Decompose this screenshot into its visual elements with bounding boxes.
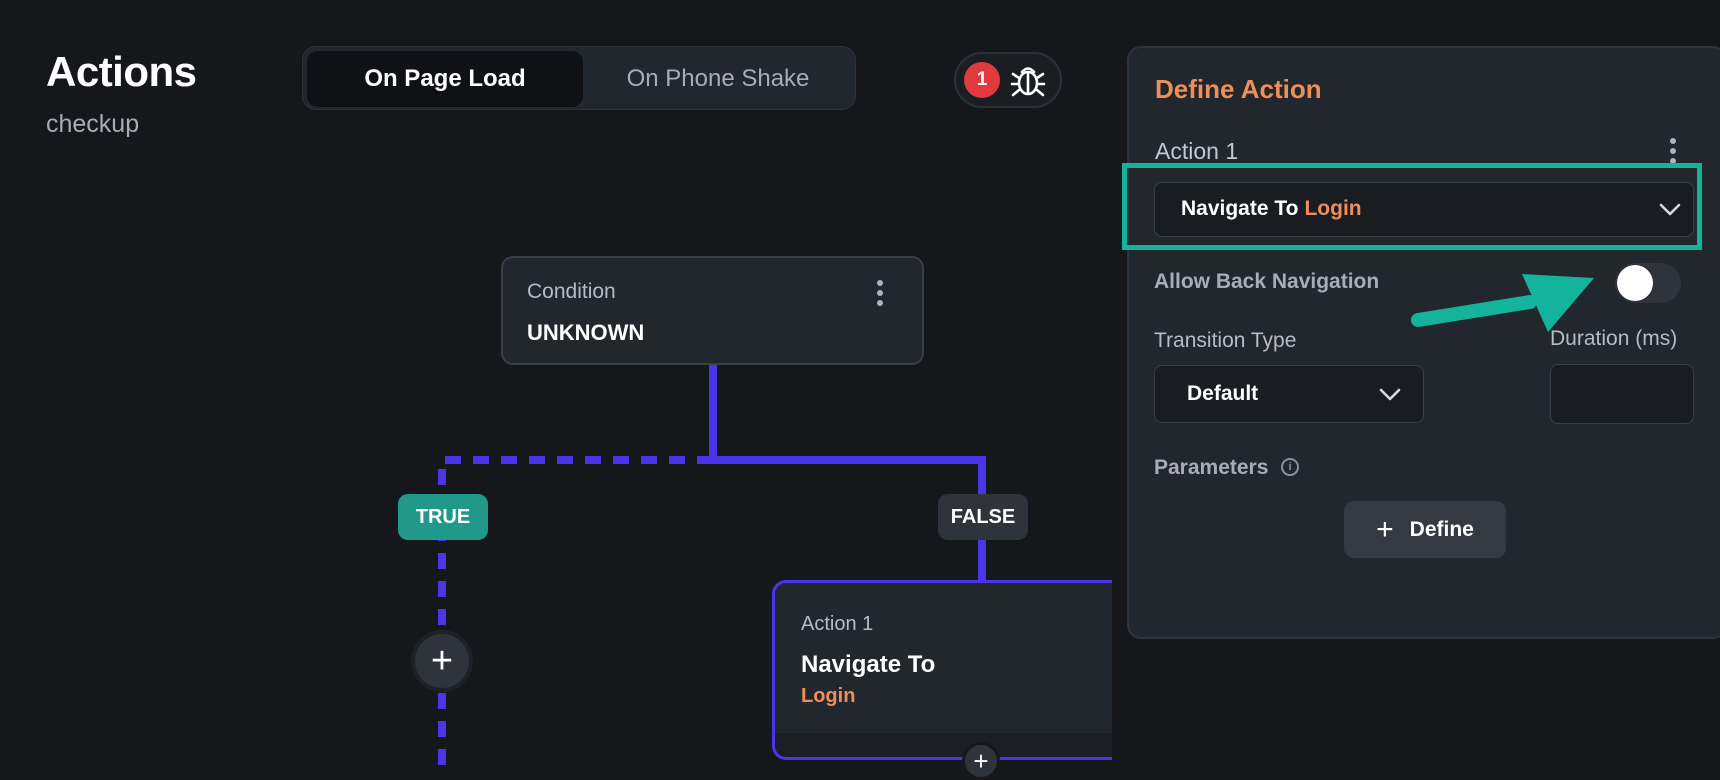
condition-node[interactable]: Condition UNKNOWN — [501, 256, 924, 365]
transition-type-value: Default — [1187, 382, 1259, 405]
action-node-label: Action 1 — [801, 613, 874, 635]
panel-action-label: Action 1 — [1155, 138, 1239, 164]
duration-input[interactable] — [1550, 364, 1694, 424]
transition-type-select[interactable]: Default — [1154, 365, 1424, 423]
allow-back-navigation-toggle[interactable] — [1615, 263, 1681, 303]
action-node[interactable]: Action 1 Navigate To Login — [772, 580, 1112, 760]
chevron-down-icon — [1379, 388, 1401, 401]
parameters-label: Parameters — [1154, 456, 1269, 479]
condition-more-icon[interactable] — [877, 280, 883, 310]
action-node-value: Login — [801, 685, 856, 707]
panel-title: Define Action — [1155, 74, 1322, 104]
false-branch-label: FALSE — [938, 494, 1028, 540]
true-branch-label: TRUE — [398, 494, 488, 540]
info-icon[interactable]: i — [1281, 458, 1299, 476]
add-true-action-button[interactable]: + — [411, 630, 473, 692]
condition-label: Condition — [527, 280, 616, 303]
define-parameters-button[interactable]: + Define — [1344, 501, 1506, 558]
highlight-box — [1122, 163, 1702, 250]
transition-type-label: Transition Type — [1154, 329, 1297, 352]
plus-icon: + — [1376, 512, 1394, 546]
action-node-title: Navigate To — [801, 651, 936, 678]
duration-label: Duration (ms) — [1550, 327, 1678, 350]
add-next-action-button[interactable]: + — [962, 742, 1000, 780]
condition-value: UNKNOWN — [527, 320, 645, 345]
define-button-label: Define — [1409, 517, 1474, 541]
action-node-footer — [775, 733, 1112, 757]
toggle-knob — [1617, 265, 1653, 301]
allow-back-navigation-label: Allow Back Navigation — [1154, 270, 1380, 293]
